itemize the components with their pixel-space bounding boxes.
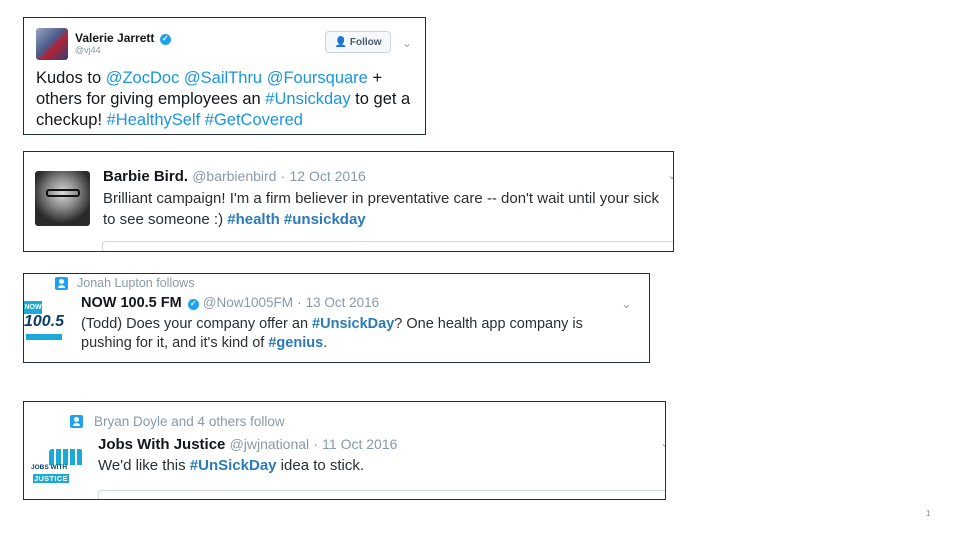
- avatar-glasses-detail: [46, 189, 80, 197]
- author-handle[interactable]: @barbienbird: [192, 168, 276, 184]
- tweet-text-segment: We'd like this: [98, 457, 190, 474]
- author-name[interactable]: Barbie Bird.: [103, 168, 188, 185]
- chevron-down-icon[interactable]: ⌄: [621, 296, 632, 312]
- logo-text-line2: JUSTICE: [33, 474, 69, 483]
- social-context-text[interactable]: Bryan Doyle and 4 others follow: [94, 414, 285, 429]
- tweet-text: Kudos to @ZocDoc @SailThru @Foursquare +…: [36, 68, 421, 131]
- author-handle[interactable]: @jwjnational: [230, 436, 310, 452]
- tweet-text-segment: (Todd) Does your company offer an: [81, 316, 313, 332]
- author-name[interactable]: Jobs With Justice: [98, 436, 225, 453]
- hashtag-link-health[interactable]: #health: [227, 211, 280, 228]
- logo-text-line2-label: JUSTICE: [33, 474, 69, 483]
- social-context: Jonah Lupton follows: [55, 276, 194, 290]
- tweet-date[interactable]: 13 Oct 2016: [306, 295, 380, 310]
- logo-text-frequency: 100.5: [24, 313, 65, 330]
- tweet-text-segment: Kudos to: [36, 69, 106, 87]
- tweet-card-barbie-bird: Barbie Bird. @barbienbird · 12 Oct 2016 …: [23, 151, 674, 252]
- hashtag-link-unsickday[interactable]: #UnsickDay: [312, 316, 394, 332]
- reply-box[interactable]: [98, 490, 665, 499]
- social-context-text[interactable]: Jonah Lupton follows: [77, 276, 194, 290]
- tweet-text-segment: idea to stick.: [276, 457, 365, 474]
- follow-button-label: Follow: [349, 36, 382, 48]
- slide-number: 1: [926, 509, 931, 518]
- tweet-text: We'd like this #UnSickDay idea to stick.: [98, 456, 364, 476]
- author-line: Jobs With Justice @jwjnational · 11 Oct …: [98, 436, 397, 453]
- tweet-date[interactable]: 11 Oct 2016: [322, 436, 397, 452]
- add-user-icon: 👤: [334, 36, 347, 48]
- tweet-card-valerie-jarrett: Valerie Jarrett ✓ @vj44 👤 Follow ⌄ Kudos…: [23, 17, 426, 135]
- person-icon: [55, 276, 68, 290]
- tweet-card-now-1005-fm: Jonah Lupton follows NOW 100.5 NOW 100.5…: [23, 273, 650, 363]
- verified-badge-icon: ✓: [187, 298, 199, 310]
- avatar[interactable]: [35, 171, 90, 226]
- author-name[interactable]: NOW 100.5 FM: [81, 295, 182, 311]
- separator-dot: ·: [313, 436, 318, 452]
- tweet-date[interactable]: 12 Oct 2016: [289, 168, 365, 184]
- tweet-text-segment: .: [323, 335, 328, 351]
- social-context: Bryan Doyle and 4 others follow: [70, 414, 285, 429]
- author-name[interactable]: Valerie Jarrett ✓: [75, 31, 171, 45]
- hashtag-link-unsickday[interactable]: #Unsickday: [265, 90, 350, 108]
- verified-badge-icon: ✓: [159, 33, 171, 45]
- chevron-down-icon[interactable]: ⌄: [402, 36, 412, 50]
- hashtag-link-genius[interactable]: #genius: [268, 335, 323, 351]
- hashtag-link-getcovered[interactable]: #GetCovered: [205, 111, 303, 129]
- logo-figures: [49, 449, 83, 465]
- author-line: NOW 100.5 FM ✓ @Now1005FM · 13 Oct 2016: [81, 295, 379, 311]
- person-icon: [70, 415, 83, 428]
- logo-stripe: [26, 334, 62, 340]
- tweet-card-jobs-with-justice: Bryan Doyle and 4 others follow JOBS WIT…: [23, 401, 666, 500]
- avatar[interactable]: JOBS WITH JUSTICE: [31, 446, 87, 488]
- chevron-down-icon[interactable]: ⌄: [660, 436, 665, 450]
- hashtag-link-unsickday[interactable]: #unsickday: [284, 211, 366, 228]
- author-handle[interactable]: @Now1005FM: [203, 295, 293, 310]
- logo-text-line1: JOBS WITH: [31, 464, 68, 471]
- follow-button[interactable]: 👤 Follow: [325, 31, 391, 53]
- author-name-text[interactable]: Valerie Jarrett: [75, 31, 154, 45]
- hashtag-link-unsickday[interactable]: #UnSickDay: [190, 457, 277, 474]
- hashtag-link-healthyself[interactable]: #HealthySelf: [107, 111, 201, 129]
- separator-dot: ·: [297, 295, 302, 310]
- tweet-text-segment: Brilliant campaign! I'm a firm believer …: [103, 190, 659, 228]
- separator-dot: ·: [280, 168, 286, 184]
- tweet-text: Brilliant campaign! I'm a firm believer …: [103, 188, 663, 230]
- tweet-text: (Todd) Does your company offer an #Unsic…: [81, 315, 621, 353]
- author-handle[interactable]: @vj44: [75, 45, 101, 55]
- avatar[interactable]: NOW 100.5: [24, 299, 68, 347]
- mention-link-zocdoc[interactable]: @ZocDoc: [106, 69, 180, 87]
- chevron-down-icon[interactable]: ⌄: [667, 168, 673, 182]
- mention-link-foursquare[interactable]: @Foursquare: [267, 69, 368, 87]
- reply-box[interactable]: [102, 241, 673, 251]
- avatar[interactable]: [36, 28, 68, 60]
- mention-link-sailthru[interactable]: @SailThru: [184, 69, 262, 87]
- author-line: Barbie Bird. @barbienbird · 12 Oct 2016: [103, 168, 366, 185]
